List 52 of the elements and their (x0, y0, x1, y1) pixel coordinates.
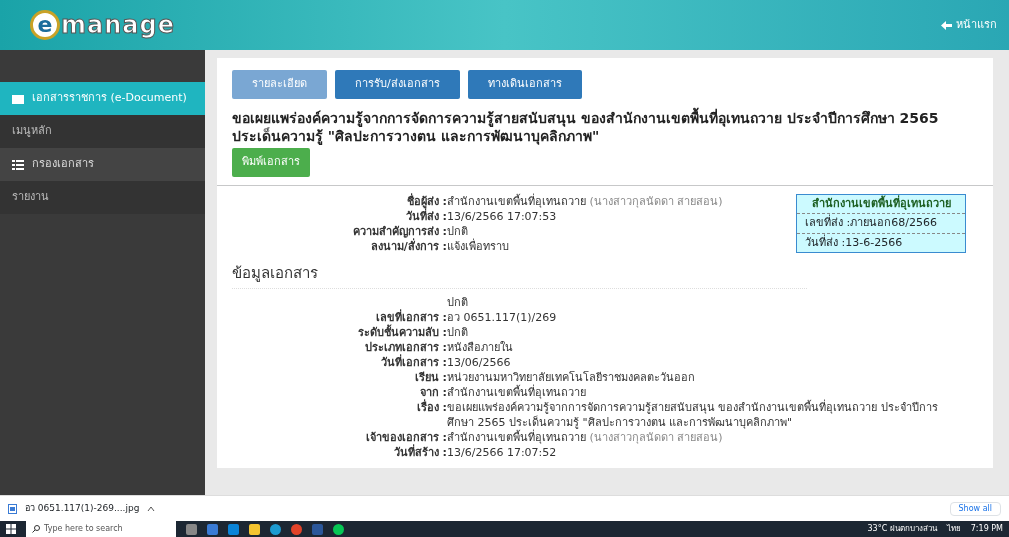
field-value: 13/06/2566 (447, 355, 511, 371)
field-label: ชื่อผู้ส่ง : (405, 193, 447, 209)
taskbar-search-field[interactable]: Type here to search (26, 521, 176, 537)
field-value: อว 0651.117(1)/269 (447, 310, 557, 326)
folder-icon (12, 93, 24, 104)
field-label: วันที่ส่ง : (404, 208, 447, 224)
field-label: วันที่สร้าง : (392, 445, 447, 461)
field-label: เรื่อง : (415, 400, 447, 415)
field-value: 13/6/2566 17:07:52 (447, 445, 557, 461)
section-heading: ข้อมูลเอกสาร (232, 261, 807, 290)
stamp-line: เลขที่ส่ง :ภายนอก68/2566 (797, 214, 965, 234)
field-value: หนังสือภายใน (447, 340, 513, 356)
caret-icon[interactable] (147, 505, 156, 512)
sidebar-item[interactable]: รายงาน (0, 181, 205, 214)
windows-start-icon[interactable] (6, 524, 16, 534)
list-icon (12, 159, 24, 170)
field-label: วันที่เอกสาร : (379, 355, 447, 371)
show-all-button[interactable]: Show all (949, 501, 1001, 516)
sidebar-item[interactable]: เมนูหลัก (0, 115, 205, 148)
tab[interactable]: ทางเดินเอกสาร (467, 70, 582, 99)
clock-text[interactable]: 7:19 PM (970, 523, 1003, 535)
logo-text: manage (61, 10, 175, 41)
field-value: แจ้งเพื่อทราบ (447, 238, 509, 254)
folder-icon[interactable] (249, 523, 260, 535)
weather-text[interactable]: 33°C ฝนตกบางส่วน (867, 523, 937, 535)
stamp-title: สำนักงานเขตพื้นที่อุเทนถวาย (797, 194, 965, 215)
image-file-icon (8, 503, 17, 514)
field-value: สำนักงานเขตพื้นที่อุเทนถวาย (447, 385, 586, 401)
field-value: หน่วยงานมหาวิทยาลัยเทคโนโลยีราชมงคลตะวันออก (447, 370, 695, 385)
download-item[interactable]: อว 0651.117(1)-269....jpg (25, 501, 140, 516)
field-label: ความสำคัญการส่ง : (351, 223, 447, 239)
field-value: ปกติ (447, 295, 468, 311)
field-label: เจ้าของเอกสาร : (364, 431, 447, 445)
field-label: เลขที่เอกสาร : (375, 310, 447, 325)
sidebar-item[interactable]: กรองเอกสาร (0, 148, 205, 181)
field-value: 13/6/2566 17:07:53 (447, 208, 557, 224)
field-label: เรียน : (413, 370, 447, 385)
field-label: ระดับชั้นความลับ : (356, 325, 447, 341)
back-arrow-icon (941, 20, 952, 30)
field-value: ปกติ (447, 223, 468, 238)
field-value: สำนักงานเขตพื้นที่อุเทนถวาย (นางสาวกุลนัดดา สายสอน) (447, 430, 723, 446)
tab[interactable]: การรับ/ส่งเอกสาร (335, 70, 460, 99)
language-indicator[interactable]: ไทย (946, 523, 961, 535)
field-value: ปกติ (447, 325, 468, 341)
field-label: ลงนาม/สั่งการ : (370, 238, 447, 254)
field-label: ประเภทเอกสาร : (363, 340, 447, 355)
logo-letter: e (30, 10, 60, 40)
stamp-line: วันที่ส่ง :13-6-2566 (804, 233, 904, 251)
field-label: จาก : (419, 386, 447, 400)
document-title: ขอเผยแพร่องค์ความรู้จากการจัดการความรู้สายสนับสนุน ของสำนักงานเขตพื้นที่อุเทนถวาย ประจำปีการศึกษา 2565 ประเด็นความรู้ "ศิลปะการวางตน และการพัฒนาบุคลิกภาพ" (232, 108, 940, 147)
search-icon (32, 525, 40, 533)
field-value: สำนักงานเขตพื้นที่อุเทนถวาย (นางสาวกุลนัดดา สายสอน) (447, 193, 723, 209)
